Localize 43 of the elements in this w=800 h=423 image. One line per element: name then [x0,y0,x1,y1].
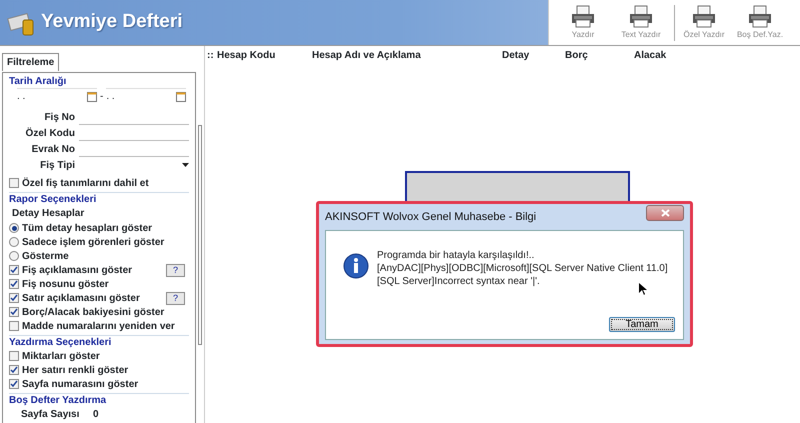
checkbox-label: Her satırı renkli göster [22,364,128,378]
subheading: Detay Hesaplar [12,208,84,219]
column-header[interactable]: Borç [563,48,632,62]
column-header[interactable]: Alacak [632,48,712,62]
field-label: Özel Kodu [24,126,76,140]
checkbox-label: Miktarları göster [22,350,100,364]
page-title: Yevmiye Defteri [41,10,183,34]
error-detail-text: [AnyDAC][Phys][ODBC][Microsoft][SQL Server Native Client 11.0][SQL Server]Incorrect syntax near '|'. [377,262,669,288]
column-header[interactable]: Hesap Adı ve Açıklama [310,48,500,62]
number-field[interactable]: 0 [93,406,99,422]
print-button[interactable]: Boş Def.Yaz. [732,5,788,41]
field-label: Fiş Tipi [39,158,76,172]
field-label: Sayfa Sayısı [21,408,80,422]
checkbox-label: Özel fiş tanımlarını dahil et [22,176,149,190]
section-title: Boş Defter Yazdırma [9,394,108,407]
radio-label: Sadece işlem görenleri göster [22,236,164,250]
checkbox-label: Sayfa numarasını göster [22,378,138,392]
date-field[interactable]: . . [17,89,26,104]
column-header[interactable]: :: [205,48,215,62]
checkbox-label: Satır açıklamasını göster [22,292,140,306]
field-label: Fiş No [43,110,76,124]
column-header[interactable]: Hesap Kodu [215,48,310,62]
checkbox-label: Madde numaralarını yeniden ver [22,320,175,334]
message-text: Programda bir hatayla karşılaşıldı!.. [377,249,536,262]
filter-tab[interactable]: Filtreleme [2,53,60,71]
section-title: Yazdırma Seçenekleri [9,336,112,349]
print-button[interactable]: Text Yazdır [613,5,669,41]
date-field[interactable]: . . [106,89,115,104]
dash-text: - [100,90,104,104]
dialog-title: AKINSOFT Wolvox Genel Muhasebe - Bilgi [325,210,536,225]
section-title: Rapor Seçenekleri [9,193,98,206]
checkbox-label: Fiş nosunu göster [22,278,109,292]
help-button[interactable]: ? [166,264,185,276]
checkbox-label: Fiş açıklamasını göster [22,264,132,278]
print-button[interactable]: Yazdır [555,5,611,41]
radio-label: Tüm detay hesapları göster [22,222,152,236]
section-title: Tarih Aralığı [9,75,68,88]
field-label: Evrak No [30,142,76,156]
column-header[interactable]: Detay [500,48,563,62]
radio-label: Gösterme [22,250,69,264]
help-button[interactable]: ? [166,292,185,304]
ok-button[interactable]: Tamam [609,317,675,332]
checkbox-label: Borç/Alacak bakiyesini göster [22,306,164,320]
